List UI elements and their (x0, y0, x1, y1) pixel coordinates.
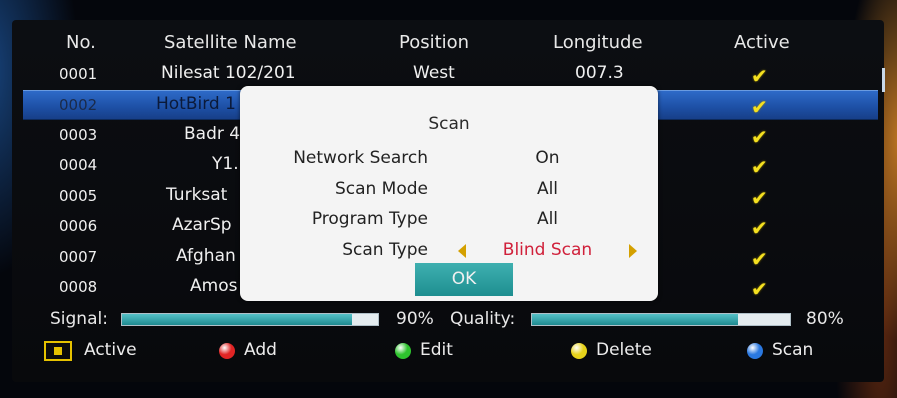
row-number: 0005 (59, 187, 98, 205)
signal-label: Signal: (50, 309, 108, 329)
row-satellite-name: Y1. (212, 154, 239, 174)
row-satellite-name: Afghan (176, 246, 236, 266)
row-position: West (413, 63, 455, 83)
scan-mode-value[interactable]: All (500, 179, 595, 199)
legend-delete: Delete (596, 340, 652, 360)
row-number: 0003 (59, 126, 98, 144)
row-number: 0006 (59, 217, 98, 235)
legend-scan: Scan (772, 340, 814, 360)
column-header-satellite-name: Satellite Name (164, 32, 297, 53)
dialog-title: Scan (428, 114, 470, 134)
arrow-right-icon[interactable] (629, 244, 637, 258)
active-check-icon[interactable]: ✔ (751, 277, 768, 301)
blue-key-icon (747, 343, 763, 359)
legend-edit: Edit (420, 340, 453, 360)
row-satellite-name: AzarSp (172, 215, 232, 235)
active-check-icon[interactable]: ✔ (751, 95, 768, 119)
program-type-label: Program Type (311, 209, 428, 229)
quality-bar-fill (532, 314, 739, 325)
active-check-icon[interactable]: ✔ (751, 64, 768, 88)
signal-percent: 90% (396, 309, 434, 329)
column-header-longitude: Longitude (553, 32, 643, 53)
row-satellite-name: Nilesat 102/201 (161, 63, 296, 83)
program-type-value[interactable]: All (500, 209, 595, 229)
satellite-row[interactable]: 0001 Nilesat 102/201 West 007.3 ✔ (23, 60, 878, 88)
legend-add: Add (244, 340, 277, 360)
column-header-active: Active (734, 32, 790, 53)
signal-bar (121, 313, 379, 326)
active-check-icon[interactable]: ✔ (751, 155, 768, 179)
red-key-icon (219, 343, 235, 359)
row-satellite-name: Amos (190, 276, 238, 296)
active-check-icon[interactable]: ✔ (751, 186, 768, 210)
active-key-icon (44, 341, 72, 361)
scan-mode-label: Scan Mode (334, 179, 428, 199)
ok-button[interactable]: OK (415, 263, 513, 296)
row-number: 0004 (59, 156, 98, 174)
row-number: 0001 (59, 65, 98, 83)
row-satellite-name: HotBird 1 (156, 94, 236, 114)
row-number: 0007 (59, 248, 98, 266)
network-search-value[interactable]: On (500, 148, 595, 168)
column-header-no: No. (66, 32, 96, 53)
scan-type-value[interactable]: Blind Scan (485, 240, 610, 260)
row-longitude: 007.3 (575, 63, 624, 83)
legend-active: Active (84, 340, 137, 360)
network-search-label: Network Search (293, 148, 428, 168)
arrow-left-icon[interactable] (458, 244, 466, 258)
green-key-icon (395, 343, 411, 359)
active-check-icon[interactable]: ✔ (751, 247, 768, 271)
quality-percent: 80% (806, 309, 844, 329)
yellow-key-icon (571, 343, 587, 359)
quality-bar (531, 313, 791, 326)
active-check-icon[interactable]: ✔ (751, 125, 768, 149)
row-number: 0002 (59, 96, 98, 114)
row-number: 0008 (59, 278, 98, 296)
quality-label: Quality: (450, 309, 516, 329)
scan-dialog: Scan Network Search On Scan Mode All Pro… (240, 86, 658, 301)
signal-bar-fill (122, 314, 353, 325)
column-header-position: Position (399, 32, 470, 53)
scan-type-label: Scan Type (342, 240, 428, 260)
list-scrollbar[interactable] (882, 68, 885, 92)
row-satellite-name: Turksat (166, 185, 228, 205)
active-check-icon[interactable]: ✔ (751, 216, 768, 240)
row-satellite-name: Badr 4 (184, 124, 241, 144)
